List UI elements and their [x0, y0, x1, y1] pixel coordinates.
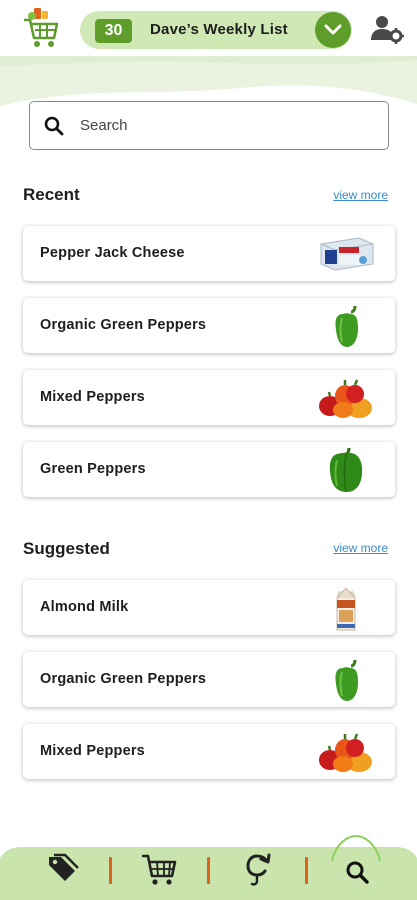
cheese-package-image — [320, 237, 374, 271]
suggested-section-title: Suggested — [23, 539, 110, 558]
search-icon — [44, 116, 64, 136]
chevron-down-icon — [324, 24, 342, 35]
suggested-view-more-link[interactable]: view more — [333, 541, 388, 555]
app-header: 30 Dave’s Weekly List — [0, 0, 417, 62]
suggested-item[interactable]: Mixed Peppers — [23, 724, 395, 779]
search-icon[interactable] — [345, 860, 369, 884]
mixed-peppers-image — [319, 733, 372, 772]
almond-milk-carton-image — [336, 587, 356, 631]
item-label: Almond Milk — [40, 599, 129, 615]
reorder-icon[interactable] — [245, 853, 273, 887]
item-label: Mixed Peppers — [40, 743, 145, 759]
item-label: Green Peppers — [40, 461, 146, 477]
user-settings-icon[interactable] — [370, 14, 404, 44]
cart-icon[interactable] — [141, 853, 177, 887]
green-pepper-image — [335, 305, 358, 347]
active-tab-indicator — [331, 834, 381, 862]
recent-item[interactable]: Green Peppers — [23, 442, 395, 497]
item-count-badge: 30 — [95, 19, 132, 43]
nav-separator — [207, 857, 210, 884]
item-label: Organic Green Peppers — [40, 317, 207, 333]
recent-item[interactable]: Pepper Jack Cheese — [23, 226, 395, 281]
recent-view-more-link[interactable]: view more — [333, 188, 388, 202]
suggested-item[interactable]: Almond Milk — [23, 580, 395, 635]
list-selector[interactable]: 30 Dave’s Weekly List — [80, 11, 352, 49]
search-input[interactable] — [80, 102, 370, 148]
tags-icon[interactable] — [47, 853, 79, 883]
search-bar[interactable] — [29, 101, 389, 150]
green-pepper-large-image — [329, 447, 363, 492]
list-title: Dave’s Weekly List — [150, 21, 288, 38]
item-label: Pepper Jack Cheese — [40, 245, 185, 261]
recent-section-title: Recent — [23, 185, 80, 204]
recent-item[interactable]: Organic Green Peppers — [23, 298, 395, 353]
item-label: Mixed Peppers — [40, 389, 145, 405]
nav-separator — [109, 857, 112, 884]
suggested-item[interactable]: Organic Green Peppers — [23, 652, 395, 707]
grocery-cart-logo[interactable] — [22, 6, 60, 52]
mixed-peppers-image — [319, 379, 372, 418]
nav-separator — [305, 857, 308, 884]
recent-item[interactable]: Mixed Peppers — [23, 370, 395, 425]
item-label: Organic Green Peppers — [40, 671, 207, 687]
list-dropdown-button[interactable] — [315, 12, 351, 48]
green-pepper-image — [335, 659, 358, 701]
